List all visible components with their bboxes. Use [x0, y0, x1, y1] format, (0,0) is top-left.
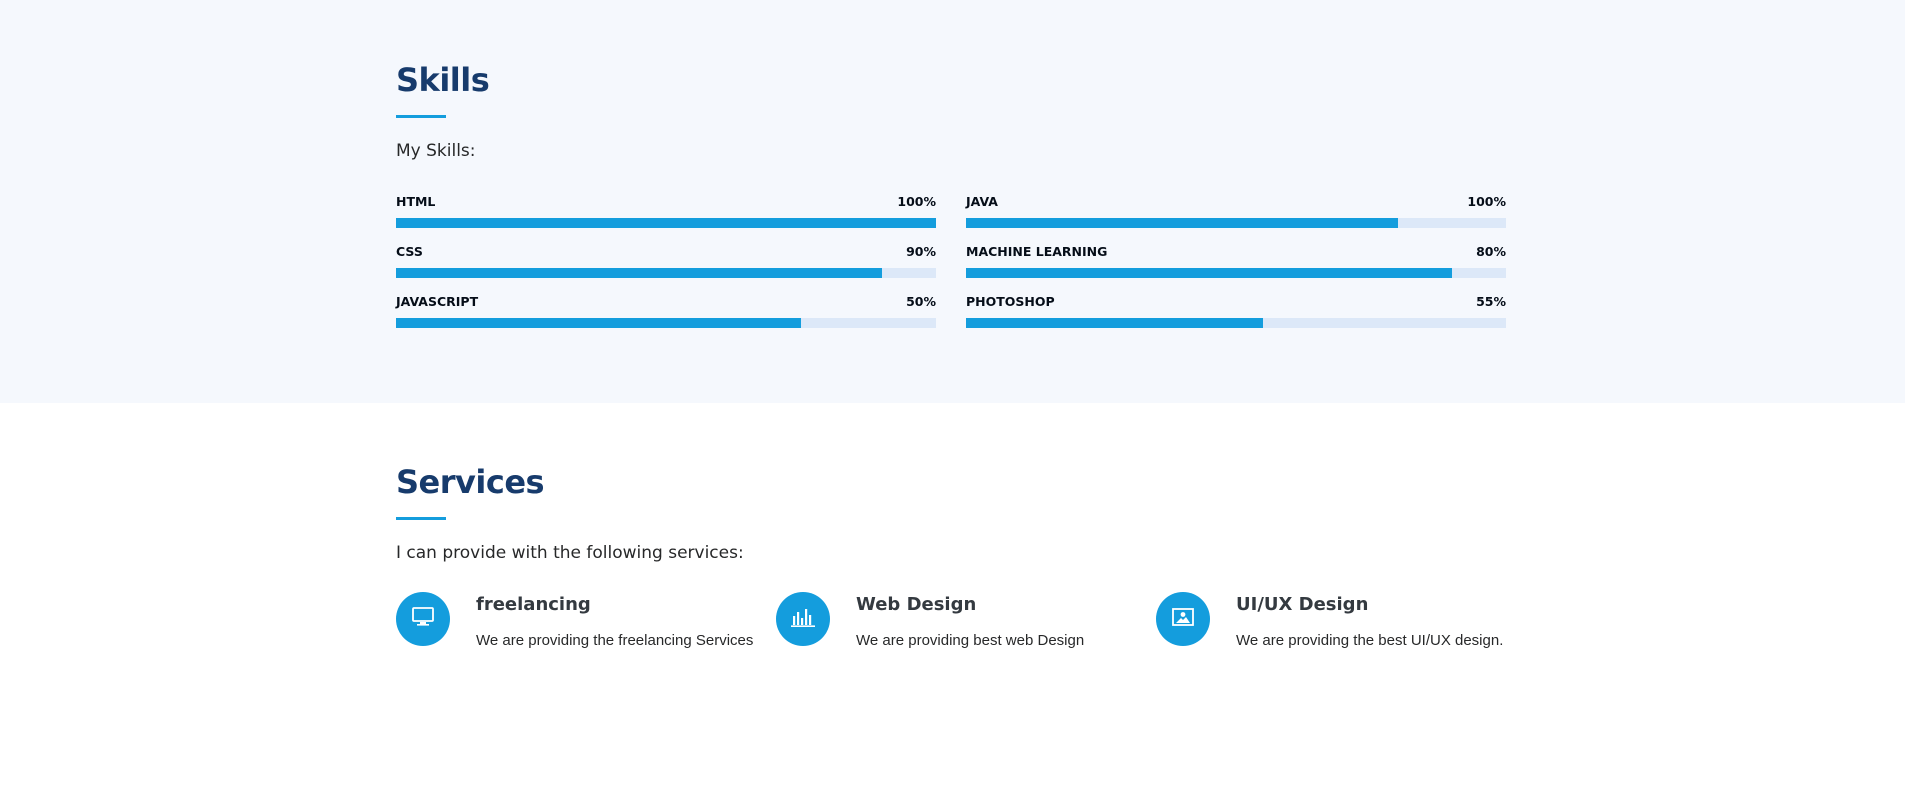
services-title: Services [396, 463, 545, 501]
service-icon-circle [396, 592, 450, 646]
services-section: Services I can provide with the followin… [0, 403, 1905, 803]
bar-chart-icon [791, 607, 815, 632]
service-description: We are providing the best UI/UX design. [1236, 632, 1504, 649]
service-icon-circle [1156, 592, 1210, 646]
service-item-web-design: Web Design We are providing best web Des… [776, 592, 1136, 652]
monitor-icon [412, 606, 434, 632]
service-description: We are providing best web Design [856, 632, 1085, 649]
services-title-underline [396, 517, 446, 520]
services-description: I can provide with the following service… [396, 543, 744, 563]
service-title: UI/UX Design [1236, 594, 1369, 615]
service-description: We are providing the freelancing Service… [476, 632, 754, 649]
service-icon-circle [776, 592, 830, 646]
image-icon [1172, 607, 1194, 632]
service-title: freelancing [476, 594, 591, 615]
service-item-ui-ux-design: UI/UX Design We are providing the best U… [1156, 592, 1516, 652]
service-title: Web Design [856, 594, 977, 615]
service-item-freelancing: freelancing We are providing the freelan… [396, 592, 756, 652]
services-container: Services I can provide with the followin… [396, 0, 1506, 803]
